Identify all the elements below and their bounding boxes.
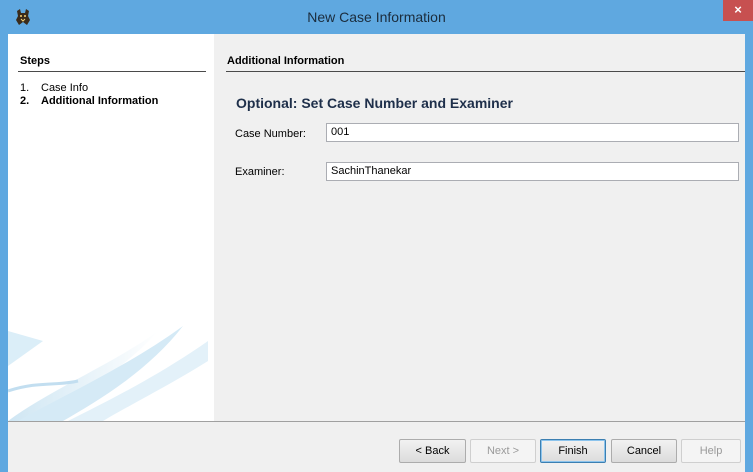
step-label: Case Info [41,82,89,94]
cancel-button[interactable]: Cancel [611,439,677,463]
dialog-body: Steps 1. Case Info 2. Additional Informati… [8,34,745,472]
step-label: Additional Information [41,95,159,107]
examiner-field[interactable]: SachinThanekar [326,162,739,181]
close-button[interactable]: × [723,0,753,21]
steps-divider [18,71,206,72]
step-case-info: 1. Case Info [20,82,88,94]
panel-divider [226,71,745,72]
title-bar[interactable]: New Case Information × [0,0,753,34]
panel-title: Additional Information [227,55,345,67]
close-icon: × [734,2,742,17]
dialog-window: New Case Information × Steps 1. Case Info… [0,0,753,472]
content-pane: Additional Information Optional: Set Cas… [218,34,745,421]
section-heading: Optional: Set Case Number and Examiner [236,95,513,111]
back-button[interactable]: < Back [399,439,466,463]
steps-pane: Steps 1. Case Info 2. Additional Informati… [8,34,214,421]
window-title: New Case Information [307,9,446,25]
steps-title: Steps [20,55,50,67]
examiner-label: Examiner: [235,166,285,178]
finish-button[interactable]: Finish [540,439,606,463]
case-number-label: Case Number: [235,128,306,140]
step-number: 2. [20,95,30,107]
decorative-swoosh-graphic [8,326,208,421]
step-number: 1. [20,82,30,94]
next-button[interactable]: Next > [470,439,536,463]
button-bar-separator [8,421,745,422]
help-button[interactable]: Help [681,439,741,463]
case-number-field[interactable]: 001 [326,123,739,142]
step-additional-information: 2. Additional Information [20,95,158,107]
